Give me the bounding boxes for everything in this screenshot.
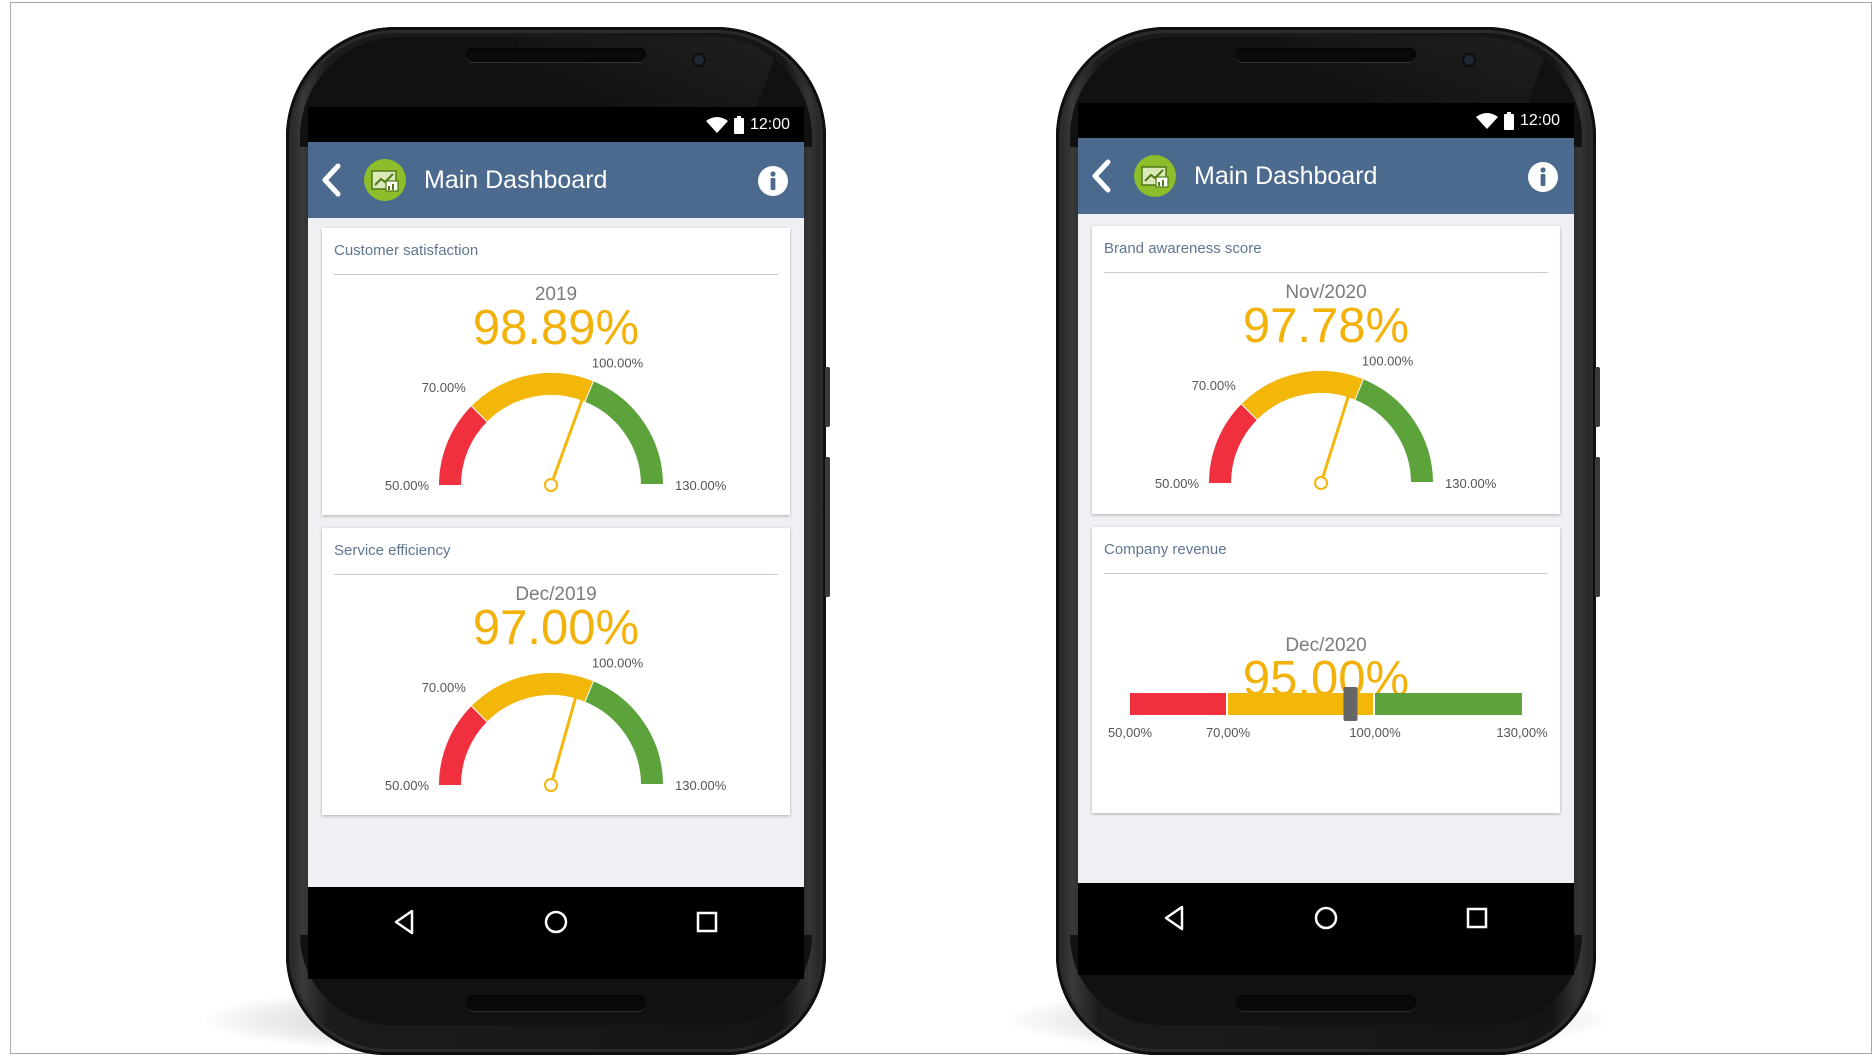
phone-device: 12:00 Main Dashboard Customer satisfacti… — [286, 27, 830, 1055]
power-button — [1595, 367, 1600, 427]
gauge-chart: 50.00% 70.00% 100.00% 130.00% — [385, 356, 727, 493]
dashboard-chart-icon — [371, 170, 399, 192]
wifi-icon — [705, 117, 728, 133]
gauge-needle — [1321, 385, 1354, 477]
gauge-needle-hub — [544, 778, 558, 792]
phone-screen: 12:00 Main Dashboard Brand awareness sco… — [1078, 103, 1574, 975]
gauge-band-red — [439, 705, 488, 786]
bullet-band-red — [1130, 693, 1226, 715]
kpi-card[interactable]: Company revenue Dec/2020 95.00% 50,00% 70… — [1092, 527, 1560, 813]
bottom-speaker — [466, 995, 646, 1011]
phone-device: 12:00 Main Dashboard Brand awareness sco… — [1056, 27, 1600, 1055]
gauge-tick-low: 70.00% — [422, 380, 467, 395]
status-bar: 12:00 — [308, 107, 804, 142]
front-camera — [694, 55, 704, 65]
bullet-value-marker — [1343, 687, 1358, 721]
status-time: 12:00 — [1519, 112, 1560, 129]
gauge-band-green — [585, 681, 663, 786]
nav-back-icon[interactable] — [1158, 901, 1192, 935]
gauge-band-yellow — [1241, 371, 1364, 420]
gauge-tick-high: 100.00% — [592, 656, 644, 671]
gauge-needle — [551, 686, 581, 779]
dashboard-chart-icon — [1141, 166, 1169, 188]
gauge-tick-max: 130.00% — [675, 778, 727, 793]
kpi-card[interactable]: Customer satisfaction 2019 98.89% 50.00%… — [322, 228, 790, 515]
gauge-tick-low: 70.00% — [1192, 378, 1237, 393]
status-time: 12:00 — [749, 116, 790, 133]
bullet-tick-low: 70,00% — [1206, 725, 1251, 740]
chevron-left-icon[interactable] — [318, 162, 344, 198]
gauge-tick-max: 130.00% — [1445, 476, 1497, 491]
gauge-tick-high: 100.00% — [1362, 354, 1414, 369]
wifi-icon — [1475, 113, 1498, 129]
power-button — [825, 367, 830, 427]
gauge-tick-high: 100.00% — [592, 356, 644, 371]
chevron-left-icon[interactable] — [1088, 158, 1114, 194]
volume-button — [1595, 457, 1600, 597]
bullet-tick-min: 50,00% — [1108, 725, 1153, 740]
app-title: Main Dashboard — [424, 166, 608, 194]
gauge-tick-min: 50.00% — [385, 478, 430, 493]
nav-back-icon[interactable] — [388, 905, 422, 939]
gauge-tick-max: 130.00% — [675, 478, 727, 493]
dashboard-content: Brand awareness score Nov/2020 97.78% 50… — [1078, 214, 1574, 883]
volume-button — [825, 457, 830, 597]
gauge-needle — [551, 388, 588, 479]
nav-recents-icon[interactable] — [1460, 901, 1494, 935]
earpiece-speaker — [466, 48, 646, 62]
battery-icon — [1503, 112, 1514, 130]
status-icons: 12:00 — [705, 116, 790, 134]
phone-screen: 12:00 Main Dashboard Customer satisfacti… — [308, 107, 804, 979]
gauge-chart: 50.00% 70.00% 100.00% 130.00% — [1155, 354, 1497, 491]
bullet-tick-max: 130,00% — [1496, 725, 1548, 740]
gauge-band-green — [1355, 379, 1433, 484]
android-nav-bar — [308, 887, 804, 979]
battery-icon — [733, 116, 744, 134]
dashboard-app-logo — [364, 159, 406, 201]
gauge-tick-min: 50.00% — [385, 778, 430, 793]
dashboard-app-logo — [1134, 155, 1176, 197]
nav-home-icon[interactable] — [1309, 901, 1343, 935]
kpi-card[interactable]: Service efficiency Dec/2019 97.00% 50.00… — [322, 528, 790, 815]
kpi-card[interactable]: Brand awareness score Nov/2020 97.78% 50… — [1092, 226, 1560, 514]
bullet-band-green — [1375, 693, 1522, 715]
bullet-chart: 50,00% 70,00% 100,00% 130,00% — [1108, 687, 1548, 740]
front-camera — [1464, 55, 1474, 65]
gauge-chart: 50.00% 70.00% 100.00% 130.00% — [385, 656, 727, 793]
gauge-tick-low: 70.00% — [422, 680, 467, 695]
gauge-band-red — [439, 405, 488, 486]
bottom-speaker — [1236, 995, 1416, 1011]
bullet-tick-high: 100,00% — [1349, 725, 1401, 740]
android-nav-bar — [1078, 883, 1574, 975]
gauge-needle-hub — [544, 478, 558, 492]
earpiece-speaker — [1236, 48, 1416, 62]
info-icon[interactable] — [1526, 160, 1560, 194]
gauge-band-red — [1209, 403, 1258, 484]
gauge-band-yellow — [471, 373, 594, 422]
status-icons: 12:00 — [1475, 112, 1560, 130]
nav-recents-icon[interactable] — [690, 905, 724, 939]
app-bar: Main Dashboard — [308, 142, 804, 218]
app-title: Main Dashboard — [1194, 162, 1378, 190]
nav-home-icon[interactable] — [539, 905, 573, 939]
gauge-band-green — [585, 381, 663, 486]
gauge-needle-hub — [1314, 476, 1328, 490]
gauge-tick-min: 50.00% — [1155, 476, 1200, 491]
dashboard-content: Customer satisfaction 2019 98.89% 50.00%… — [308, 218, 804, 887]
app-bar: Main Dashboard — [1078, 138, 1574, 214]
info-icon[interactable] — [756, 164, 790, 198]
status-bar: 12:00 — [1078, 103, 1574, 138]
